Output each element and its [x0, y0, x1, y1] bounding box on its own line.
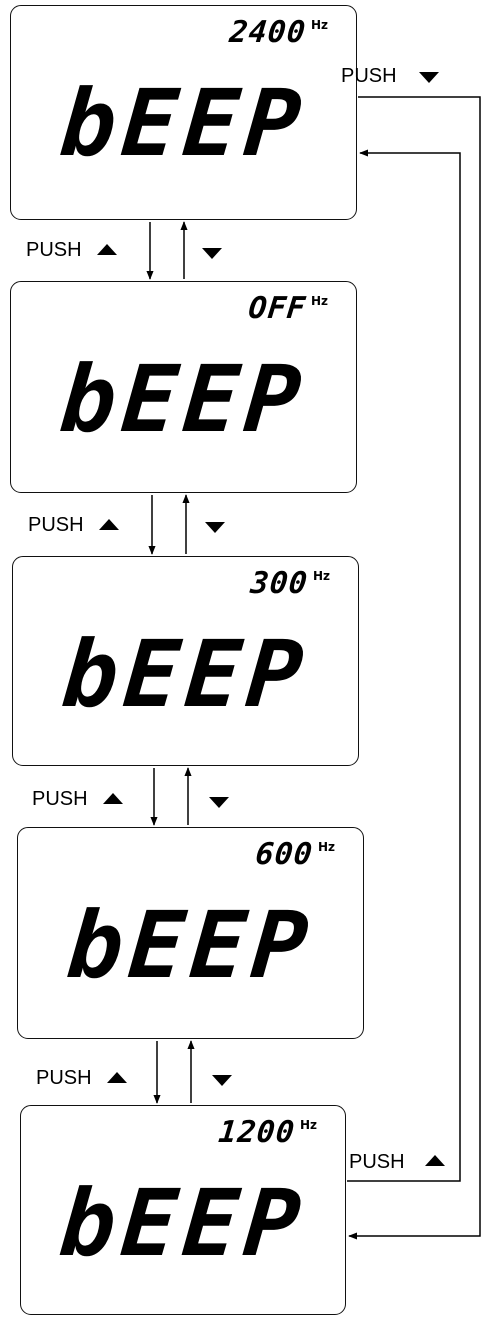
- up-arrow-icon: [97, 244, 117, 255]
- push-label-wrap-down: PUSH: [341, 65, 397, 87]
- push-label: PUSH: [26, 239, 82, 261]
- down-arrow-icon: [202, 248, 222, 259]
- push-label: PUSH: [32, 788, 88, 810]
- down-arrow-icon: [212, 1075, 232, 1086]
- down-arrow-icon: [209, 797, 229, 808]
- push-label: PUSH: [28, 514, 84, 536]
- push-label-wrap-up: PUSH: [349, 1151, 405, 1173]
- up-arrow-icon: [103, 793, 123, 804]
- down-arrow-icon: [419, 72, 439, 83]
- wrap-up-line: [347, 149, 461, 1182]
- up-arrow-icon: [107, 1072, 127, 1083]
- push-label: PUSH: [36, 1067, 92, 1089]
- up-arrow-icon: [99, 519, 119, 530]
- connector-arrows: [146, 96, 481, 1240]
- down-arrow-icon: [205, 522, 225, 533]
- up-arrow-icon: [425, 1155, 445, 1166]
